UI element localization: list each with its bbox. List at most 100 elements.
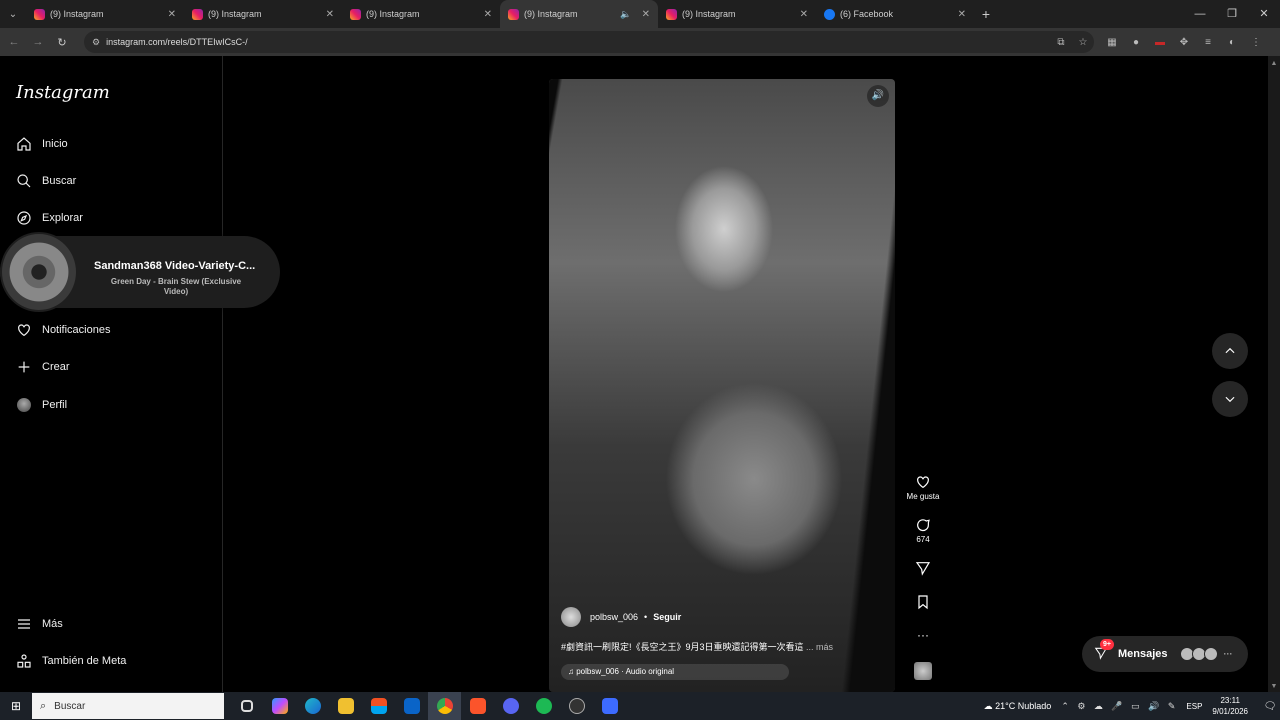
restore-icon[interactable]: ❐ (1216, 0, 1248, 28)
meta-grid-icon (16, 653, 32, 669)
nav-more[interactable]: Más (16, 616, 63, 632)
reel-video[interactable]: 🔊 polbsw_006 • Seguir #劇資訊一刷限定!《長空之王》9月3… (549, 79, 895, 692)
copilot-icon[interactable] (263, 692, 296, 720)
task-view-icon[interactable] (230, 692, 263, 720)
share-button[interactable] (906, 560, 940, 578)
browser-tab[interactable]: (9) Instagram ✕ (342, 0, 500, 28)
extension-icon[interactable]: ● (1124, 37, 1148, 48)
nav-also-from-meta[interactable]: También de Meta (16, 653, 126, 669)
close-tab-icon[interactable]: ✕ (326, 9, 334, 20)
spotify-icon[interactable] (527, 692, 560, 720)
tray-icons[interactable]: ⌃ ⚙ ☁ 🎤 ▭ 🔊 ✎ (1061, 701, 1178, 712)
store-icon[interactable] (362, 692, 395, 720)
reel-caption: #劇資訊一刷限定!《長空之王》9月3日重映還記得第一次看這 ... más (561, 640, 833, 653)
close-tab-icon[interactable]: ✕ (168, 9, 176, 20)
scroll-up-icon[interactable]: ▲ (1268, 60, 1280, 67)
browser-tab[interactable]: (6) Facebook ✕ (816, 0, 974, 28)
next-reel-button[interactable] (1212, 381, 1248, 417)
search-icon (16, 173, 32, 189)
omnibox[interactable]: ⚙ instagram.com/reels/DTTEIwICsC-/ ⧉ ☆ (84, 31, 1094, 53)
windows-start-icon[interactable]: ⊞ (0, 699, 32, 713)
file-explorer-icon[interactable] (329, 692, 362, 720)
notification-icon[interactable]: 🗨 (1260, 701, 1280, 712)
messages-button[interactable]: 9+ Mensajes ··· (1082, 636, 1248, 672)
url-text[interactable]: instagram.com/reels/DTTEIwICsC-/ (106, 37, 1050, 47)
back-icon[interactable]: ← (2, 36, 26, 48)
instagram-logo[interactable]: Instagram (16, 82, 110, 103)
browser-tab[interactable]: (9) Instagram ✕ (658, 0, 816, 28)
comment-button[interactable]: 674 (906, 517, 940, 544)
send-icon: 9+ (1094, 638, 1114, 663)
audio-thumbnail[interactable] (906, 662, 940, 680)
mini-player-thumbnail[interactable] (0, 232, 78, 312)
author-avatar[interactable] (561, 607, 581, 627)
extension-icon[interactable]: ▬ (1148, 37, 1172, 48)
taskbar-search[interactable]: ⌕ Buscar (32, 693, 224, 719)
brave-icon[interactable] (461, 692, 494, 720)
mini-player-title: Sandman368 Video-Variety-C... (94, 260, 256, 272)
extensions-puzzle-icon[interactable]: ✥ (1172, 37, 1196, 48)
nav-search[interactable]: Buscar (16, 173, 76, 189)
edge-icon[interactable] (296, 692, 329, 720)
caption-more-link[interactable]: ... más (806, 642, 833, 652)
nav-explore[interactable]: Explorar (16, 210, 83, 226)
reel-video-border (549, 79, 895, 692)
bookmark-star-icon[interactable]: ☆ (1072, 37, 1094, 48)
discord-icon[interactable] (494, 692, 527, 720)
language-indicator[interactable]: ESP (1186, 702, 1202, 711)
follow-button[interactable]: Seguir (653, 612, 681, 622)
browser-tab[interactable]: (9) Instagram ✕ (26, 0, 184, 28)
mini-player[interactable]: Sandman368 Video-Variety-C... Green Day … (0, 232, 280, 312)
scroll-down-icon[interactable]: ▼ (1268, 683, 1280, 690)
steam-icon[interactable] (560, 692, 593, 720)
close-tab-icon[interactable]: ✕ (800, 9, 808, 20)
nav-label: Más (42, 618, 63, 630)
browser-menu-icon[interactable]: ⋮ (1244, 37, 1268, 48)
site-info-icon[interactable]: ⚙ (92, 37, 100, 48)
app-icon[interactable] (593, 692, 626, 720)
caption-text: #劇資訊一刷限定!《長空之王》9月3日重映還記得第一次看這 (561, 642, 804, 652)
previous-reel-button[interactable] (1212, 333, 1248, 369)
extension-icon[interactable]: ▦ (1100, 37, 1124, 48)
audio-label[interactable]: ♫ polbsw_006 · Audio original (561, 664, 789, 680)
author-username[interactable]: polbsw_006 (590, 612, 638, 622)
forward-icon[interactable]: → (26, 36, 50, 48)
reload-icon[interactable]: ↻ (50, 36, 74, 49)
volume-icon[interactable]: 🔊 (867, 85, 889, 107)
profile-icon[interactable]: ◐ (1220, 37, 1244, 48)
browser-tab[interactable]: (9) Instagram 🔈 ✕ (500, 0, 658, 28)
nav-profile[interactable]: Perfil (16, 397, 67, 413)
nav-home[interactable]: Inicio (16, 136, 68, 152)
media-control-icon[interactable]: ≡ (1196, 37, 1220, 48)
close-window-icon[interactable]: ✕ (1248, 0, 1280, 28)
nav-create[interactable]: Crear (16, 359, 70, 375)
close-tab-icon[interactable]: ✕ (484, 9, 492, 20)
windows-taskbar: ⊞ ⌕ Buscar ☁ 21°C Nublado ⌃ ⚙ ☁ 🎤 ▭ 🔊 ✎ … (0, 692, 1280, 720)
tab-title: (9) Instagram (50, 9, 104, 19)
window-controls: — ❐ ✕ (1184, 0, 1280, 28)
reel-author: polbsw_006 • Seguir (561, 607, 681, 627)
send-icon (915, 562, 931, 576)
nav-notifications[interactable]: Notificaciones (16, 322, 110, 338)
install-app-icon[interactable]: ⧉ (1050, 37, 1072, 48)
more-options-icon[interactable]: ··· (906, 628, 940, 642)
instagram-icon (666, 8, 677, 20)
page-scrollbar[interactable]: ▲ ▼ (1268, 56, 1280, 692)
weather-widget[interactable]: ☁ 21°C Nublado (984, 701, 1052, 712)
tab-search-menu-icon[interactable]: ⌄ (0, 0, 26, 28)
comments-count: 674 (916, 535, 930, 544)
close-tab-icon[interactable]: ✕ (958, 9, 966, 20)
clock-time: 23:11 (1220, 696, 1240, 705)
close-tab-icon[interactable]: ✕ (642, 9, 650, 20)
new-tab-button[interactable]: + (974, 6, 998, 22)
tab-audio-icon[interactable]: 🔈 (620, 9, 631, 20)
outlook-icon[interactable] (395, 692, 428, 720)
clock[interactable]: 23:11 9/01/2026 (1212, 695, 1248, 717)
chrome-icon[interactable] (428, 692, 461, 720)
nav-label: Crear (42, 361, 70, 373)
browser-tab[interactable]: (9) Instagram ✕ (184, 0, 342, 28)
save-button[interactable] (906, 594, 940, 612)
minimize-icon[interactable]: — (1184, 0, 1216, 28)
instagram-page: Instagram Inicio Buscar Explorar Notific… (0, 56, 1268, 692)
like-button[interactable]: Me gusta (906, 474, 940, 501)
